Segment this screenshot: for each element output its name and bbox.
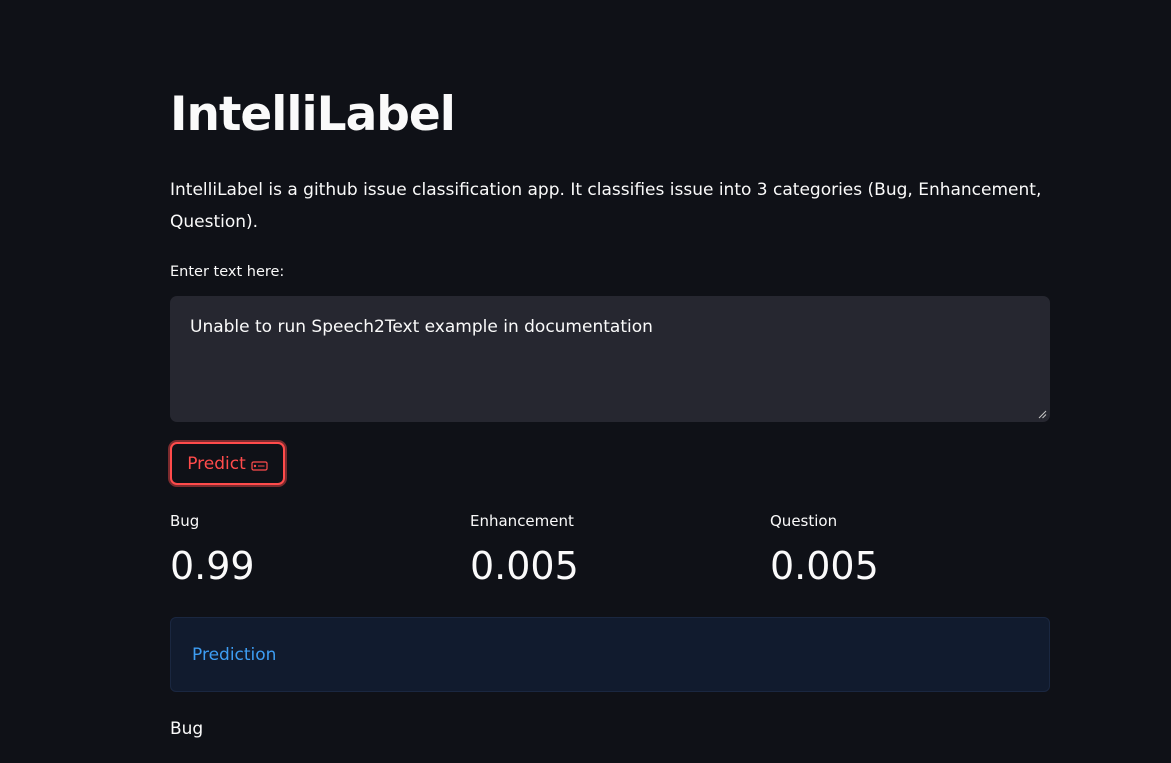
prediction-header: Prediction (192, 645, 277, 665)
page-title: IntelliLabel (170, 87, 456, 142)
metric-label: Enhancement (470, 512, 574, 530)
metric-label: Question (770, 512, 838, 530)
metric-label: Bug (170, 512, 200, 530)
resize-handle-icon[interactable] (1037, 409, 1047, 419)
issue-text-value[interactable]: Unable to run Speech2Text example in doc… (190, 314, 1030, 340)
metric-value: 0.99 (170, 544, 255, 588)
text-input-label: Enter text here: (170, 264, 285, 280)
metric-value: 0.005 (770, 544, 879, 588)
predict-button-label: Predict (187, 453, 246, 474)
prediction-result: Bug (170, 719, 204, 739)
issue-text-area[interactable]: Unable to run Speech2Text example in doc… (170, 296, 1050, 422)
tag-icon (251, 460, 268, 471)
prediction-info-box: Prediction (170, 617, 1050, 692)
predict-button[interactable]: Predict (170, 442, 285, 485)
metric-value: 0.005 (470, 544, 579, 588)
app-description: IntelliLabel is a github issue classific… (170, 180, 1042, 232)
